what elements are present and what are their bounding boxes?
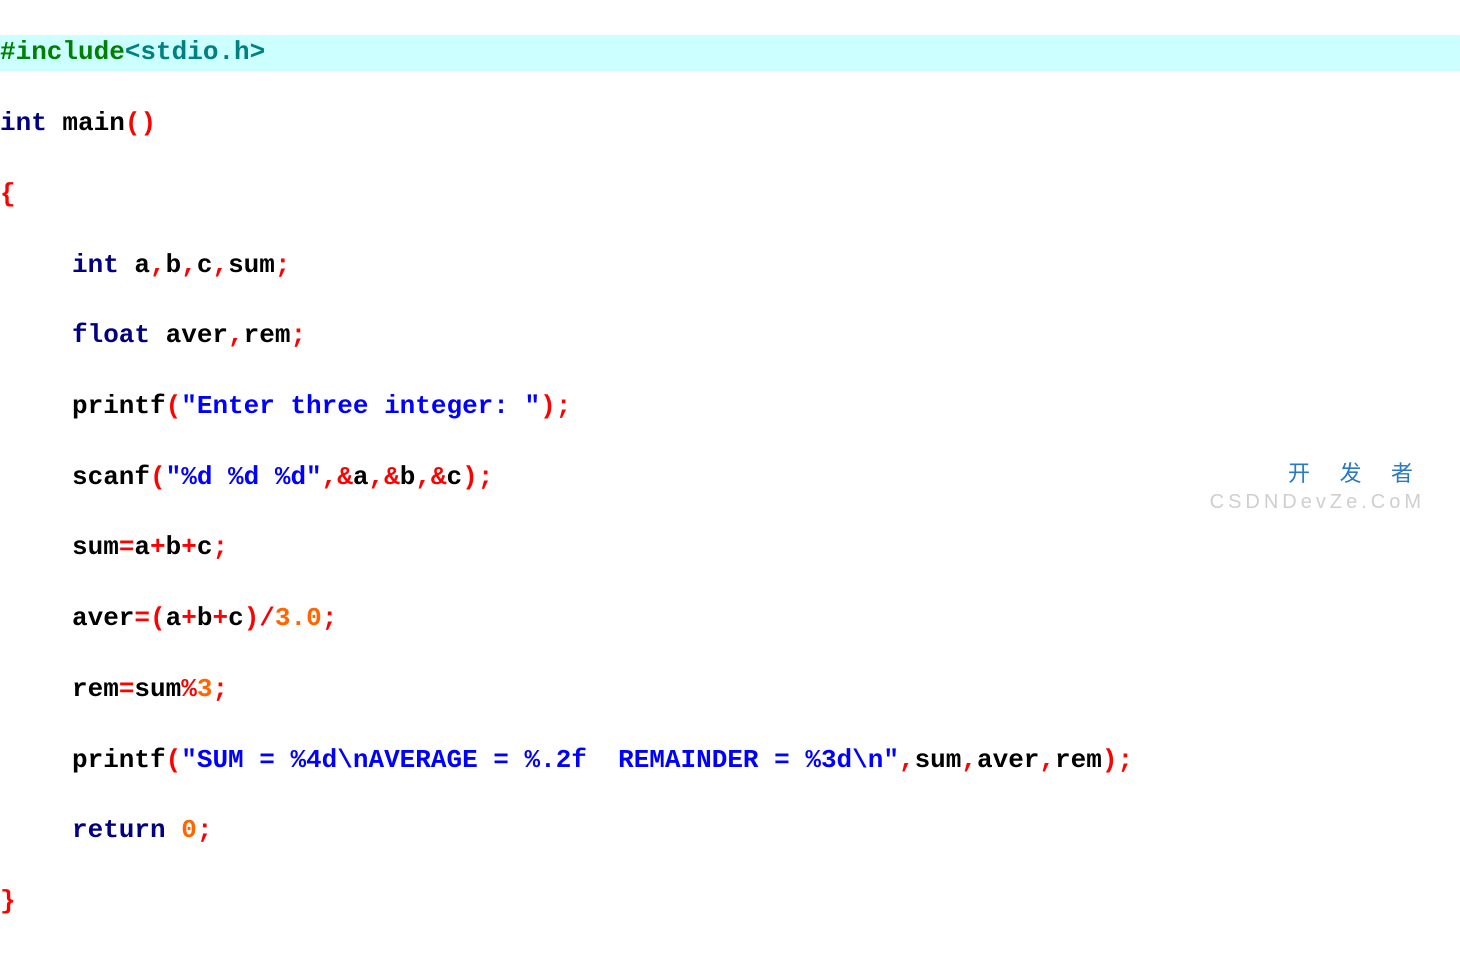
keyword-int: int [72,250,119,280]
var: sum [915,745,962,775]
code-line-9: aver=(a+b+c)/3.0; [0,601,1460,636]
var: sum [134,674,181,704]
preprocessor: #include [0,37,125,67]
var: b [400,462,416,492]
comma: , [181,250,197,280]
watermark-text-1: 开 发 者 [1288,459,1425,489]
code-line-5: float aver,rem; [0,318,1460,353]
paren-close: ) [462,462,478,492]
operator-eq: = [119,532,135,562]
var: c [228,603,244,633]
code-line-11: printf("SUM = %4d\nAVERAGE = %.2f REMAIN… [0,743,1460,778]
semicolon: ; [478,462,494,492]
comma: , [899,745,915,775]
number-literal: 0 [181,815,197,845]
semicolon: ; [275,250,291,280]
var: sum [228,250,275,280]
func-call: printf [72,391,166,421]
code-line-1: #include<stdio.h> [0,35,1460,70]
paren-open: ( [166,391,182,421]
var: aver [150,320,228,350]
code-line-10: rem=sum%3; [0,672,1460,707]
operator-amp: & [384,462,400,492]
var: a [134,532,150,562]
number-literal: 3.0 [275,603,322,633]
paren-open: ( [166,745,182,775]
space [166,815,182,845]
number-literal: 3 [197,674,213,704]
comma: , [368,462,384,492]
var: c [197,532,213,562]
watermark-text-2: CSDNDevZe.CoM [1210,489,1425,516]
var: rem [1055,745,1102,775]
var: rem [72,674,119,704]
paren-open: ( [150,603,166,633]
var: a [353,462,369,492]
semicolon: ; [290,320,306,350]
operator-eq: = [119,674,135,704]
header-name: <stdio.h> [125,37,265,67]
var: b [197,603,213,633]
operator-plus: + [181,532,197,562]
paren-close: ) [540,391,556,421]
operator-plus: + [212,603,228,633]
brace-open: { [0,179,16,209]
var: c [447,462,463,492]
comma: , [961,745,977,775]
paren-close: ) [1102,745,1118,775]
paren-open: ( [150,462,166,492]
operator-mod: % [181,674,197,704]
var: b [166,250,182,280]
var: c [197,250,213,280]
var: a [166,603,182,633]
semicolon: ; [212,674,228,704]
string-literal: "%d %d %d" [166,462,322,492]
code-line-13: } [0,884,1460,919]
paren-close: ) [140,108,156,138]
semicolon: ; [322,603,338,633]
operator-plus: + [150,532,166,562]
brace-close: } [0,886,16,916]
code-line-4: int a,b,c,sum; [0,248,1460,283]
func-main: main [47,108,125,138]
operator-amp: & [337,462,353,492]
operator-plus: + [181,603,197,633]
string-literal: "Enter three integer: " [181,391,540,421]
var: aver [977,745,1039,775]
code-block: #include<stdio.h> int main() { int a,b,c… [0,0,1460,955]
operator-eq: = [134,603,150,633]
paren-close: ) [244,603,260,633]
keyword-return: return [72,815,166,845]
string-literal: "SUM = %4d\nAVERAGE = %.2f REMAINDER = %… [181,745,899,775]
var: b [166,532,182,562]
semicolon: ; [556,391,572,421]
semicolon: ; [212,532,228,562]
var: rem [244,320,291,350]
operator-div: / [259,603,275,633]
code-line-12: return 0; [0,813,1460,848]
comma: , [228,320,244,350]
var: aver [72,603,134,633]
code-line-6: printf("Enter three integer: "); [0,389,1460,424]
code-line-2: int main() [0,106,1460,141]
func-call: printf [72,745,166,775]
func-call: scanf [72,462,150,492]
comma: , [212,250,228,280]
comma: , [415,462,431,492]
comma: , [150,250,166,280]
operator-amp: & [431,462,447,492]
semicolon: ; [197,815,213,845]
paren-open: ( [125,108,141,138]
var: a [119,250,150,280]
var: sum [72,532,119,562]
keyword-float: float [72,320,150,350]
code-line-3: { [0,177,1460,212]
keyword-int: int [0,108,47,138]
comma: , [322,462,338,492]
semicolon: ; [1117,745,1133,775]
code-line-8: sum=a+b+c; [0,530,1460,565]
comma: , [1039,745,1055,775]
